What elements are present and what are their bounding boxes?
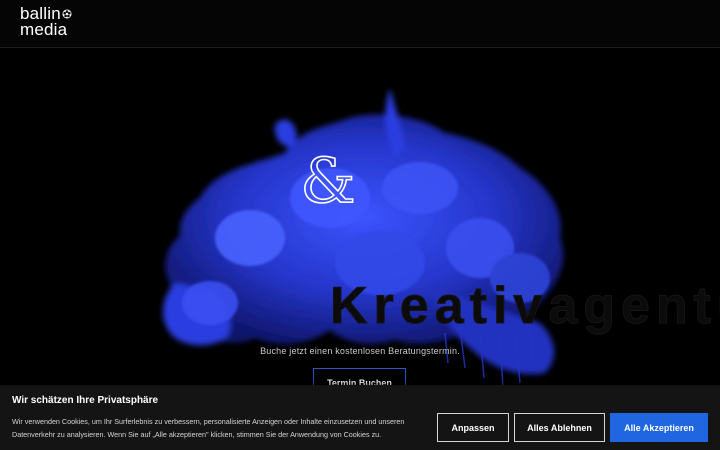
ampersand-symbol: & bbox=[300, 144, 357, 217]
cookie-banner-title: Wir schätzen Ihre Privatsphäre bbox=[12, 395, 159, 406]
logo[interactable]: ballin media bbox=[20, 5, 72, 39]
accept-all-cookies-button[interactable]: Alle Akzeptieren bbox=[610, 413, 708, 442]
cookie-consent-banner: Wir schätzen Ihre Privatsphäre Wir verwe… bbox=[0, 385, 720, 450]
customize-cookies-button[interactable]: Anpassen bbox=[437, 413, 509, 442]
logo-flower-icon bbox=[62, 9, 72, 19]
reject-all-cookies-button[interactable]: Alles Ablehnen bbox=[514, 413, 605, 442]
site-header: ballin media bbox=[0, 0, 720, 48]
background-watermark-word: Kreativagentur bbox=[330, 277, 720, 336]
logo-text-media: media bbox=[20, 20, 68, 39]
cookie-banner-text: Wir verwenden Cookies, um Ihr Surferlebn… bbox=[12, 417, 405, 439]
hero-tagline: Buche jetzt einen kostenlosen Beratungst… bbox=[260, 346, 460, 356]
